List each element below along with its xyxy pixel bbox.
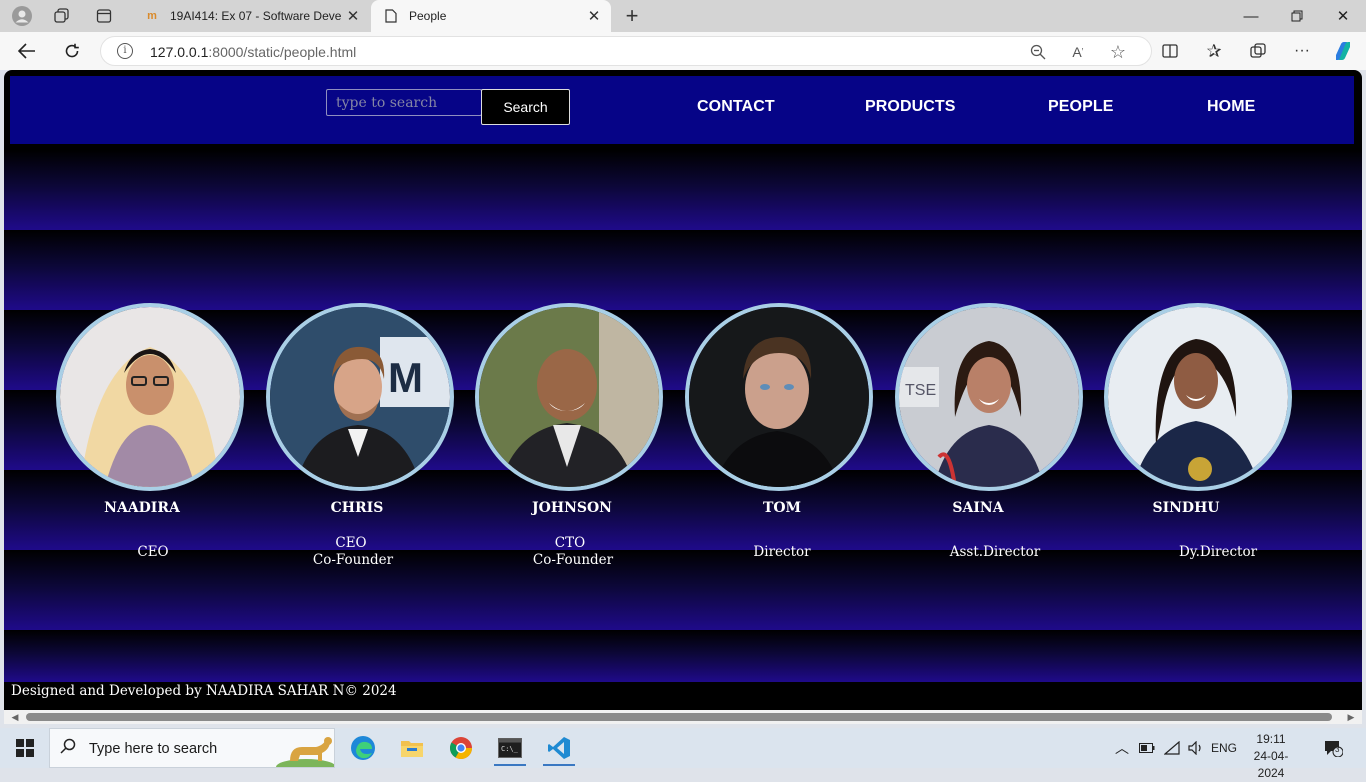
notifications-icon[interactable]: 3: [1318, 728, 1348, 768]
edge-app-icon[interactable]: [343, 730, 383, 766]
tab-people[interactable]: People ✕: [371, 0, 611, 32]
search-icon: [60, 738, 76, 759]
nav-people[interactable]: PEOPLE: [1048, 98, 1114, 116]
person-name: JOHNSON: [532, 500, 612, 516]
clock[interactable]: 19:11 24-04-2024: [1241, 731, 1301, 782]
workspaces-icon[interactable]: [48, 4, 76, 28]
person-photo: [685, 303, 873, 491]
browser-tab-bar: m 19AI414: Ex 07 - Software Develo ✕ Peo…: [0, 0, 1366, 32]
address-bar[interactable]: i 127.0.0.1:8000/static/people.html Aʼ ☆: [100, 36, 1152, 66]
svg-text:M: M: [388, 354, 423, 401]
svg-text:C:\_: C:\_: [501, 745, 519, 753]
restore-button[interactable]: [1274, 0, 1320, 32]
tab-title: People: [409, 9, 447, 23]
taskbar: Type here to search C:\_ ︿ ENG 19:11 24-…: [0, 728, 1366, 780]
person-role-secondary: Co-Founder: [532, 552, 614, 568]
refresh-icon[interactable]: [57, 37, 87, 65]
read-aloud-icon[interactable]: Aʼ: [1067, 41, 1089, 63]
close-tab-icon[interactable]: ✕: [583, 7, 605, 25]
volume-icon[interactable]: [1185, 728, 1207, 768]
person-name: CHRIS: [330, 500, 384, 516]
footer-credit: Designed and Developed by NAADIRA SAHAR …: [11, 683, 397, 699]
url-host: 127.0.0.1: [150, 44, 209, 60]
tab-software-develo[interactable]: m 19AI414: Ex 07 - Software Develo ✕: [132, 0, 370, 32]
back-icon[interactable]: [12, 37, 42, 65]
taskbar-search[interactable]: Type here to search: [49, 728, 336, 775]
url-path: :8000/static/people.html: [208, 44, 357, 60]
clock-time: 19:11: [1256, 732, 1286, 746]
wifi-icon[interactable]: [1161, 728, 1183, 768]
scroll-right-arrow-icon[interactable]: ▶: [1344, 710, 1358, 724]
favorites-icon[interactable]: ✰: [1199, 37, 1229, 65]
tab-title: 19AI414: Ex 07 - Software Develo: [170, 9, 342, 23]
nav-contact[interactable]: CONTACT: [697, 98, 775, 116]
person-photo: [475, 303, 663, 491]
nav-products[interactable]: PRODUCTS: [865, 98, 956, 116]
person-role: Dy.Director: [1178, 544, 1258, 560]
taskbar-search-placeholder: Type here to search: [89, 741, 218, 757]
person-role-secondary: Co-Founder: [312, 552, 394, 568]
file-explorer-icon[interactable]: [392, 730, 432, 766]
svg-text:TSE: TSE: [905, 382, 936, 399]
site-info-icon[interactable]: i: [117, 43, 133, 59]
person-photo: M: [266, 303, 454, 491]
vscode-app-icon[interactable]: [539, 730, 579, 766]
clock-date: 24-04-2024: [1253, 749, 1289, 780]
person-name: SAINA: [952, 500, 1004, 516]
more-menu-icon[interactable]: ···: [1287, 37, 1317, 65]
browser-toolbar: i 127.0.0.1:8000/static/people.html Aʼ ☆…: [0, 32, 1366, 70]
close-window-button[interactable]: ✕: [1320, 0, 1366, 32]
person-photo: TSE: [895, 303, 1083, 491]
windows-start-icon[interactable]: [8, 736, 40, 760]
minimize-button[interactable]: —: [1228, 0, 1274, 32]
person-role: CEO: [335, 535, 367, 551]
scroll-left-arrow-icon[interactable]: ◀: [8, 710, 22, 724]
terminal-app-icon[interactable]: C:\_: [490, 730, 530, 766]
search-highlight-dog-icon: [276, 731, 336, 775]
person-role: Director: [753, 544, 811, 560]
favorite-star-icon[interactable]: ☆: [1107, 41, 1129, 63]
person-photo: [1104, 303, 1292, 491]
chrome-app-icon[interactable]: [441, 730, 481, 766]
site-navbar: Search CONTACT PRODUCTS PEOPLE HOME: [10, 76, 1354, 144]
battery-icon[interactable]: [1136, 728, 1158, 768]
person-role: CTO: [554, 535, 586, 551]
scrollbar-thumb[interactable]: [26, 713, 1332, 721]
copilot-icon[interactable]: [1328, 37, 1358, 65]
show-hidden-icons-icon[interactable]: ︿: [1112, 728, 1132, 768]
zoom-out-icon[interactable]: [1027, 41, 1049, 63]
nav-home[interactable]: HOME: [1207, 98, 1255, 116]
tab-actions-icon[interactable]: [90, 4, 118, 28]
person-name: NAADIRA: [104, 500, 180, 516]
page-viewport: Search CONTACT PRODUCTS PEOPLE HOME M TS…: [4, 70, 1362, 710]
moodle-icon: m: [147, 10, 157, 22]
page-icon: [383, 8, 399, 24]
search-button[interactable]: Search: [481, 89, 570, 125]
collections-icon[interactable]: [1243, 37, 1273, 65]
person-photo: [56, 303, 244, 491]
horizontal-scrollbar[interactable]: ◀ ▶: [4, 710, 1362, 724]
person-role: CEO: [137, 544, 169, 560]
person-role: Asst.Director: [949, 544, 1041, 560]
site-footer: Designed and Developed by NAADIRA SAHAR …: [4, 682, 1362, 710]
person-name: SINDHU: [1152, 500, 1220, 516]
person-name: TOM: [762, 500, 802, 516]
search-input[interactable]: [326, 89, 482, 116]
profile-icon[interactable]: [8, 4, 36, 28]
language-indicator[interactable]: ENG: [1209, 728, 1239, 768]
close-tab-icon[interactable]: ✕: [342, 7, 364, 25]
url-text: 127.0.0.1:8000/static/people.html: [150, 44, 356, 60]
split-screen-icon[interactable]: [1155, 37, 1185, 65]
notification-count: 3: [1335, 745, 1340, 754]
new-tab-button[interactable]: +: [618, 3, 646, 29]
